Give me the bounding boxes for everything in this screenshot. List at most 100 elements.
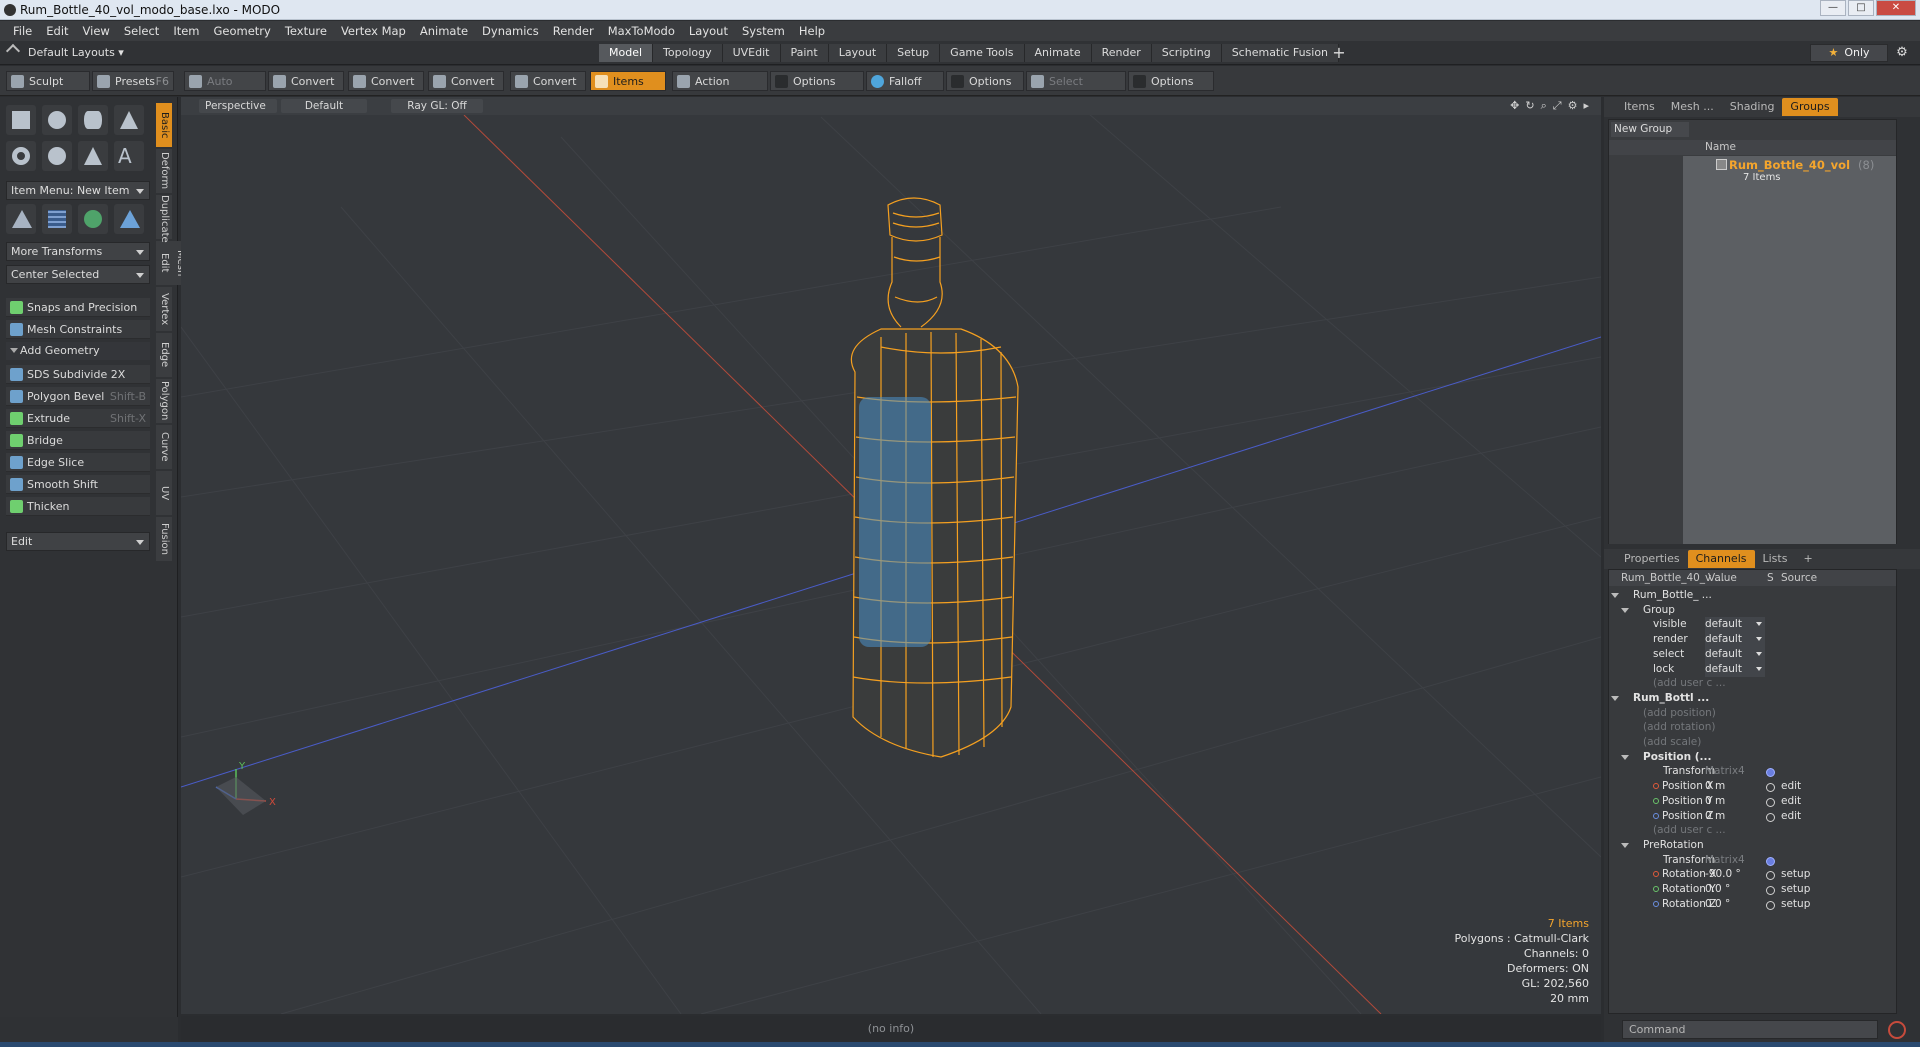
expand-arrow-icon[interactable] [1611,593,1619,598]
state-circle-icon[interactable] [1766,783,1775,793]
channel-row[interactable]: Rotation X -90.0 ° setup [1609,867,1896,882]
menu-layout[interactable]: Layout [682,24,735,38]
viewport-settings-icon[interactable]: ⚙ [1568,99,1578,113]
add-tab-button[interactable]: + [1330,44,1348,62]
menu-maxtomodo[interactable]: MaxToModo [601,24,682,38]
channel-row[interactable]: Group [1609,603,1896,618]
link-icon[interactable] [1766,856,1775,866]
channel-value[interactable]: 0 m [1705,779,1725,794]
group-row-selected[interactable] [1683,156,1896,544]
state-circle-icon[interactable] [1766,797,1775,807]
menu-vertex-map[interactable]: Vertex Map [334,24,413,38]
more-transforms-dropdown[interactable]: More Transforms [6,242,150,261]
state-circle-icon[interactable] [1766,886,1775,895]
menu-system[interactable]: System [735,24,792,38]
menu-animate[interactable]: Animate [413,24,475,38]
channel-row[interactable]: Rotation Y 0.0 ° setup [1609,882,1896,897]
channel-row[interactable]: (add position) [1609,706,1896,721]
items-mode-button[interactable]: Items [590,71,666,91]
channel-row[interactable]: Transform Matrix4 [1609,853,1896,868]
expand-arrow-icon[interactable] [1621,607,1629,613]
torus-tool[interactable] [6,141,36,171]
vtab-polygon[interactable]: Polygon [156,379,172,423]
sds-subdivide-button[interactable]: SDS Subdivide 2X [6,365,150,384]
channel-row[interactable]: (add user c ... [1609,676,1896,691]
state-circle-icon[interactable] [1766,900,1775,910]
menu-file[interactable]: File [6,24,39,38]
menu-item[interactable]: Item [166,24,206,38]
tab-setup[interactable]: Setup [887,44,941,62]
channel-row[interactable]: render default [1609,632,1896,648]
tab-scripting[interactable]: Scripting [1151,44,1222,62]
vtab-uv[interactable]: UV [156,471,172,515]
text-tool[interactable]: A [114,141,144,171]
expand-arrow-icon[interactable] [1621,842,1629,848]
convert-button-1[interactable]: Convert [268,71,344,91]
bridge-button[interactable]: Bridge [6,431,150,450]
channel-value-dropdown[interactable]: default [1705,646,1765,662]
tab-lists[interactable]: Lists [1755,550,1796,568]
viewport-menu-icon[interactable]: ▸ [1583,99,1589,113]
maximize-button[interactable]: □ [1848,0,1874,16]
state-circle-icon[interactable] [1766,871,1775,881]
tab-schematic-fusion[interactable]: Schematic Fusion [1221,44,1340,62]
auto-select-button[interactable]: Auto Select [184,71,266,108]
channel-value-dropdown[interactable]: default [1705,617,1765,633]
default-layouts-dropdown[interactable]: Default Layouts ▾ [5,43,124,62]
zoom-view-icon[interactable]: ⌕ [1541,99,1547,113]
vtab-duplicate[interactable]: Duplicate [156,195,172,243]
pen-tool[interactable] [78,141,108,171]
channel-value[interactable]: 0.0 ° [1705,882,1730,897]
convert-button-2[interactable]: Convert [348,71,424,91]
menu-texture[interactable]: Texture [278,24,334,38]
tab-game-tools[interactable]: Game Tools [940,44,1025,62]
channel-value[interactable]: Matrix4 [1705,853,1745,868]
vtab-deform[interactable]: Deform [156,149,172,193]
command-input[interactable]: Command [1622,1020,1878,1039]
channel-row[interactable]: visible default [1609,617,1896,633]
falloff-button[interactable]: Falloff [866,71,944,91]
vtab-basic[interactable]: Basic [156,103,172,147]
item-menu-dropdown[interactable]: Item Menu: New Item [6,181,150,200]
polygon-bevel-button[interactable]: Polygon Bevel Shift-B [6,387,150,406]
raygl-toggle[interactable]: Ray GL: Off [391,99,483,113]
edit-dropdown[interactable]: Edit [6,532,150,551]
tab-channels[interactable]: Channels [1687,550,1755,568]
channel-row[interactable]: Transform Matrix4 [1609,764,1896,779]
capsule-tool[interactable] [42,141,72,171]
close-button[interactable]: ✕ [1876,0,1916,16]
menu-view[interactable]: View [76,24,117,38]
minimize-button[interactable]: — [1820,0,1846,16]
channel-row[interactable]: lock default [1609,661,1896,677]
vtab-edge[interactable]: Edge [156,333,172,377]
tab-groups[interactable]: Groups [1782,98,1838,116]
state-circle-icon[interactable] [1766,812,1775,822]
convert-button-4[interactable]: Convert [510,71,586,91]
select-through-button[interactable]: Select Through [1026,71,1126,108]
vtab-curve[interactable]: Curve [156,425,172,469]
channel-row[interactable]: PreRotation [1609,838,1896,853]
sculpt-button[interactable]: Sculpt [6,71,90,91]
smooth-shift-button[interactable]: Smooth Shift [6,475,150,494]
options-button-3[interactable]: Options [1128,71,1214,91]
channel-value[interactable]: 0.0 ° [1705,897,1730,912]
command-run-icon[interactable] [1888,1021,1906,1039]
cylinder-tool[interactable] [78,105,108,135]
tab-paint[interactable]: Paint [780,44,829,62]
channel-row[interactable]: Position X0 m edit [1609,779,1896,794]
vtab-fusion[interactable]: Fusion [156,517,172,561]
new-group-button[interactable]: New Group [1611,122,1689,137]
channel-value-dropdown[interactable]: default [1705,632,1765,648]
add-geometry-section[interactable]: Add Geometry [6,342,150,360]
snaps-precision-button[interactable]: Snaps and Precision [6,298,150,317]
grid-tool[interactable] [42,204,72,234]
default-shading-dropdown[interactable]: Default [281,99,367,113]
channel-row[interactable]: select default [1609,646,1896,662]
convert-button-3[interactable]: Convert [428,71,504,91]
tab-topology[interactable]: Topology [653,44,723,62]
channel-row[interactable]: Rotation Z 0.0 ° setup [1609,897,1896,912]
tab-render[interactable]: Render [1091,44,1152,62]
perspective-dropdown[interactable]: Perspective [199,99,277,113]
options-button-2[interactable]: Options [946,71,1024,91]
cube-tool[interactable] [6,105,36,135]
